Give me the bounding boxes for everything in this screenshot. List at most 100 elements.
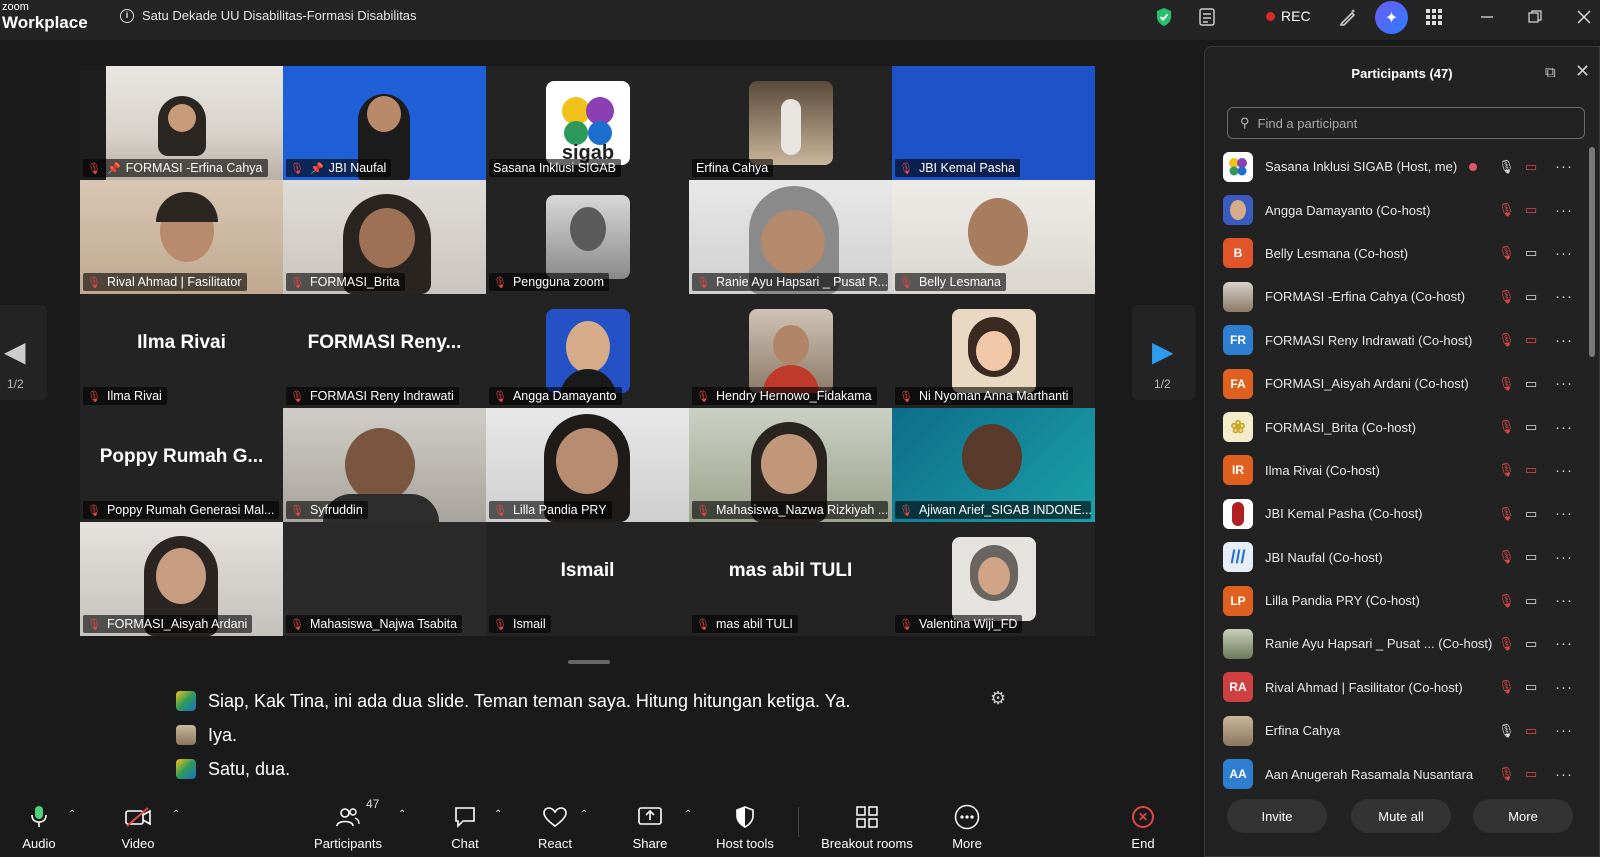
minimize-icon[interactable]: [1476, 6, 1498, 28]
meeting-info[interactable]: i Satu Dekade UU Disabilitas-Formasi Dis…: [120, 8, 417, 23]
list-item[interactable]: FR FORMASI Reny Indrawati (Co-host) 🎙 ▭ …: [1205, 319, 1590, 362]
react-button[interactable]: React: [535, 797, 575, 857]
list-item[interactable]: Angga Damayanto (Co-host) 🎙 ▭ ···: [1205, 188, 1590, 231]
video-icon[interactable]: ▭: [1525, 679, 1537, 695]
chevron-up-icon[interactable]: ⌃: [68, 809, 76, 820]
mic-muted-icon[interactable]: 🎙: [1498, 766, 1515, 782]
scrollbar[interactable]: [1589, 147, 1595, 357]
mic-muted-icon[interactable]: 🎙: [1498, 332, 1515, 348]
video-tile[interactable]: 🎙 Ajiwan Arief_SIGAB INDONE...: [892, 408, 1095, 522]
more-icon[interactable]: ···: [1555, 549, 1573, 566]
info-icon[interactable]: i: [120, 8, 134, 23]
list-item[interactable]: LP Lilla Pandia PRY (Co-host) 🎙 ▭ ···: [1205, 579, 1590, 622]
close-icon[interactable]: [1573, 6, 1595, 28]
video-tile[interactable]: mas abil TULI 🎙 mas abil TULI: [689, 522, 892, 636]
video-tile[interactable]: 🎙 Hendry Hernowo_Fidakama: [689, 294, 892, 408]
more-icon[interactable]: ···: [1555, 158, 1573, 175]
resize-handle[interactable]: [568, 660, 610, 664]
video-tile[interactable]: 🎙 📌 FORMASI -Erfina Cahya: [80, 66, 283, 180]
mic-muted-icon[interactable]: 🎙: [1498, 289, 1515, 305]
list-item[interactable]: RA Rival Ahmad | Fasilitator (Co-host) 🎙…: [1205, 666, 1590, 709]
prev-page-button[interactable]: ◀ 1/2: [0, 305, 47, 400]
video-tile[interactable]: Ismail 🎙 Ismail: [486, 522, 689, 636]
list-item[interactable]: /// JBI Naufal (Co-host) 🎙 ▭ ···: [1205, 536, 1590, 579]
more-icon[interactable]: ···: [1555, 679, 1573, 696]
chevron-up-icon[interactable]: ⌃: [580, 809, 588, 820]
video-tile[interactable]: 🎙 Syfruddin: [283, 408, 486, 522]
video-tile[interactable]: 🎙 Angga Damayanto: [486, 294, 689, 408]
video-icon[interactable]: ▭: [1525, 419, 1537, 435]
list-item[interactable]: JBI Kemal Pasha (Co-host) 🎙 ▭ ···: [1205, 492, 1590, 535]
video-tile[interactable]: 🎙 📌 JBI Naufal: [283, 66, 486, 180]
list-item[interactable]: ❀ FORMASI_Brita (Co-host) 🎙 ▭ ···: [1205, 405, 1590, 448]
host-tools-button[interactable]: Host tools: [715, 797, 775, 857]
video-icon[interactable]: ▭: [1525, 245, 1537, 261]
more-icon[interactable]: ···: [1555, 202, 1573, 219]
list-item[interactable]: B Belly Lesmana (Co-host) 🎙 ▭ ···: [1205, 232, 1590, 275]
list-item[interactable]: FA FORMASI_Aisyah Ardani (Co-host) 🎙 ▭ ·…: [1205, 362, 1590, 405]
list-item[interactable]: Erfina Cahya 🎙 ▭ ···: [1205, 709, 1590, 752]
video-icon[interactable]: ▭: [1525, 376, 1537, 392]
video-tile[interactable]: 🎙 Rival Ahmad | Fasilitator: [80, 180, 283, 294]
chevron-up-icon[interactable]: ⌃: [398, 809, 406, 820]
gear-icon[interactable]: ⚙: [990, 688, 1006, 709]
mic-muted-icon[interactable]: 🎙: [1498, 679, 1515, 695]
mic-muted-icon[interactable]: 🎙: [1498, 549, 1515, 565]
video-tile[interactable]: 🎙 Ni Nyoman Anna Marthanti: [892, 294, 1095, 408]
more-button[interactable]: More: [950, 797, 984, 857]
video-icon[interactable]: ▭: [1525, 636, 1537, 652]
more-icon[interactable]: ···: [1555, 592, 1573, 609]
more-icon[interactable]: ···: [1555, 375, 1573, 392]
video-off-icon[interactable]: ▭: [1525, 462, 1537, 478]
more-icon[interactable]: ···: [1555, 635, 1573, 652]
mic-icon[interactable]: 🎙: [1498, 723, 1515, 739]
mic-muted-icon[interactable]: 🎙: [1498, 419, 1515, 435]
list-item[interactable]: AA Aan Anugerah Rasamala Nusantara 🎙 ▭ ·…: [1205, 752, 1590, 795]
ai-companion-icon[interactable]: ✦: [1375, 1, 1408, 34]
more-icon[interactable]: ···: [1555, 332, 1573, 349]
video-off-icon[interactable]: ▭: [1525, 202, 1537, 218]
list-item[interactable]: Ranie Ayu Hapsari _ Pusat ... (Co-host) …: [1205, 622, 1590, 665]
close-icon[interactable]: ✕: [1575, 61, 1590, 82]
list-item[interactable]: IR Ilma Rivai (Co-host) 🎙 ▭ ···: [1205, 449, 1590, 492]
mic-muted-icon[interactable]: 🎙: [1498, 376, 1515, 392]
notes-icon[interactable]: [1196, 6, 1218, 28]
video-icon[interactable]: ▭: [1525, 506, 1537, 522]
video-tile[interactable]: 🎙 Valentina Wiji_FD: [892, 522, 1095, 636]
next-page-button[interactable]: ▶ 1/2: [1132, 305, 1195, 400]
mic-muted-icon[interactable]: 🎙: [1498, 202, 1515, 218]
more-icon[interactable]: ···: [1555, 462, 1573, 479]
apps-icon[interactable]: [1423, 6, 1445, 28]
video-button[interactable]: Video: [118, 797, 158, 857]
share-button[interactable]: Share: [630, 797, 670, 857]
more-icon[interactable]: ···: [1555, 722, 1573, 739]
more-icon[interactable]: ···: [1555, 505, 1573, 522]
breakout-rooms-button[interactable]: Breakout rooms: [820, 797, 914, 857]
video-tile[interactable]: 🎙 FORMASI_Brita: [283, 180, 486, 294]
video-tile[interactable]: 🎙 Belly Lesmana: [892, 180, 1095, 294]
mic-muted-icon[interactable]: 🎙: [1498, 636, 1515, 652]
video-off-icon[interactable]: ▭: [1525, 159, 1537, 175]
list-item[interactable]: Sasana Inklusi SIGAB (Host, me) 🎙 ▭ ···: [1205, 145, 1590, 188]
more-icon[interactable]: ···: [1555, 419, 1573, 436]
video-off-icon[interactable]: ▭: [1525, 723, 1537, 739]
video-tile[interactable]: 🎙 FORMASI_Aisyah Ardani: [80, 522, 283, 636]
video-tile[interactable]: 🎙 Lilla Pandia PRY: [486, 408, 689, 522]
mic-muted-icon[interactable]: 🎙: [1498, 593, 1515, 609]
video-off-icon[interactable]: ▭: [1525, 766, 1537, 782]
mic-muted-icon[interactable]: 🎙: [1498, 245, 1515, 261]
video-tile-active-speaker[interactable]: sigab Sasana Inklusi SIGAB: [486, 66, 689, 180]
mic-icon[interactable]: 🎙: [1498, 159, 1515, 175]
chevron-up-icon[interactable]: ⌃: [684, 809, 692, 820]
video-tile[interactable]: 🎙 JBI Kemal Pasha: [892, 66, 1095, 180]
video-tile[interactable]: FORMASI Reny... 🎙 FORMASI Reny Indrawati: [283, 294, 486, 408]
restore-icon[interactable]: [1524, 6, 1546, 28]
audio-button[interactable]: Audio: [20, 797, 58, 857]
mute-all-button[interactable]: Mute all: [1351, 799, 1451, 833]
video-tile[interactable]: Ilma Rivai 🎙 Ilma Rivai: [80, 294, 283, 408]
mic-muted-icon[interactable]: 🎙: [1498, 462, 1515, 478]
chevron-up-icon[interactable]: ⌃: [172, 809, 180, 820]
popout-icon[interactable]: ⧉: [1545, 64, 1556, 81]
list-item[interactable]: FORMASI -Erfina Cahya (Co-host) 🎙 ▭ ···: [1205, 275, 1590, 318]
more-icon[interactable]: ···: [1555, 245, 1573, 262]
